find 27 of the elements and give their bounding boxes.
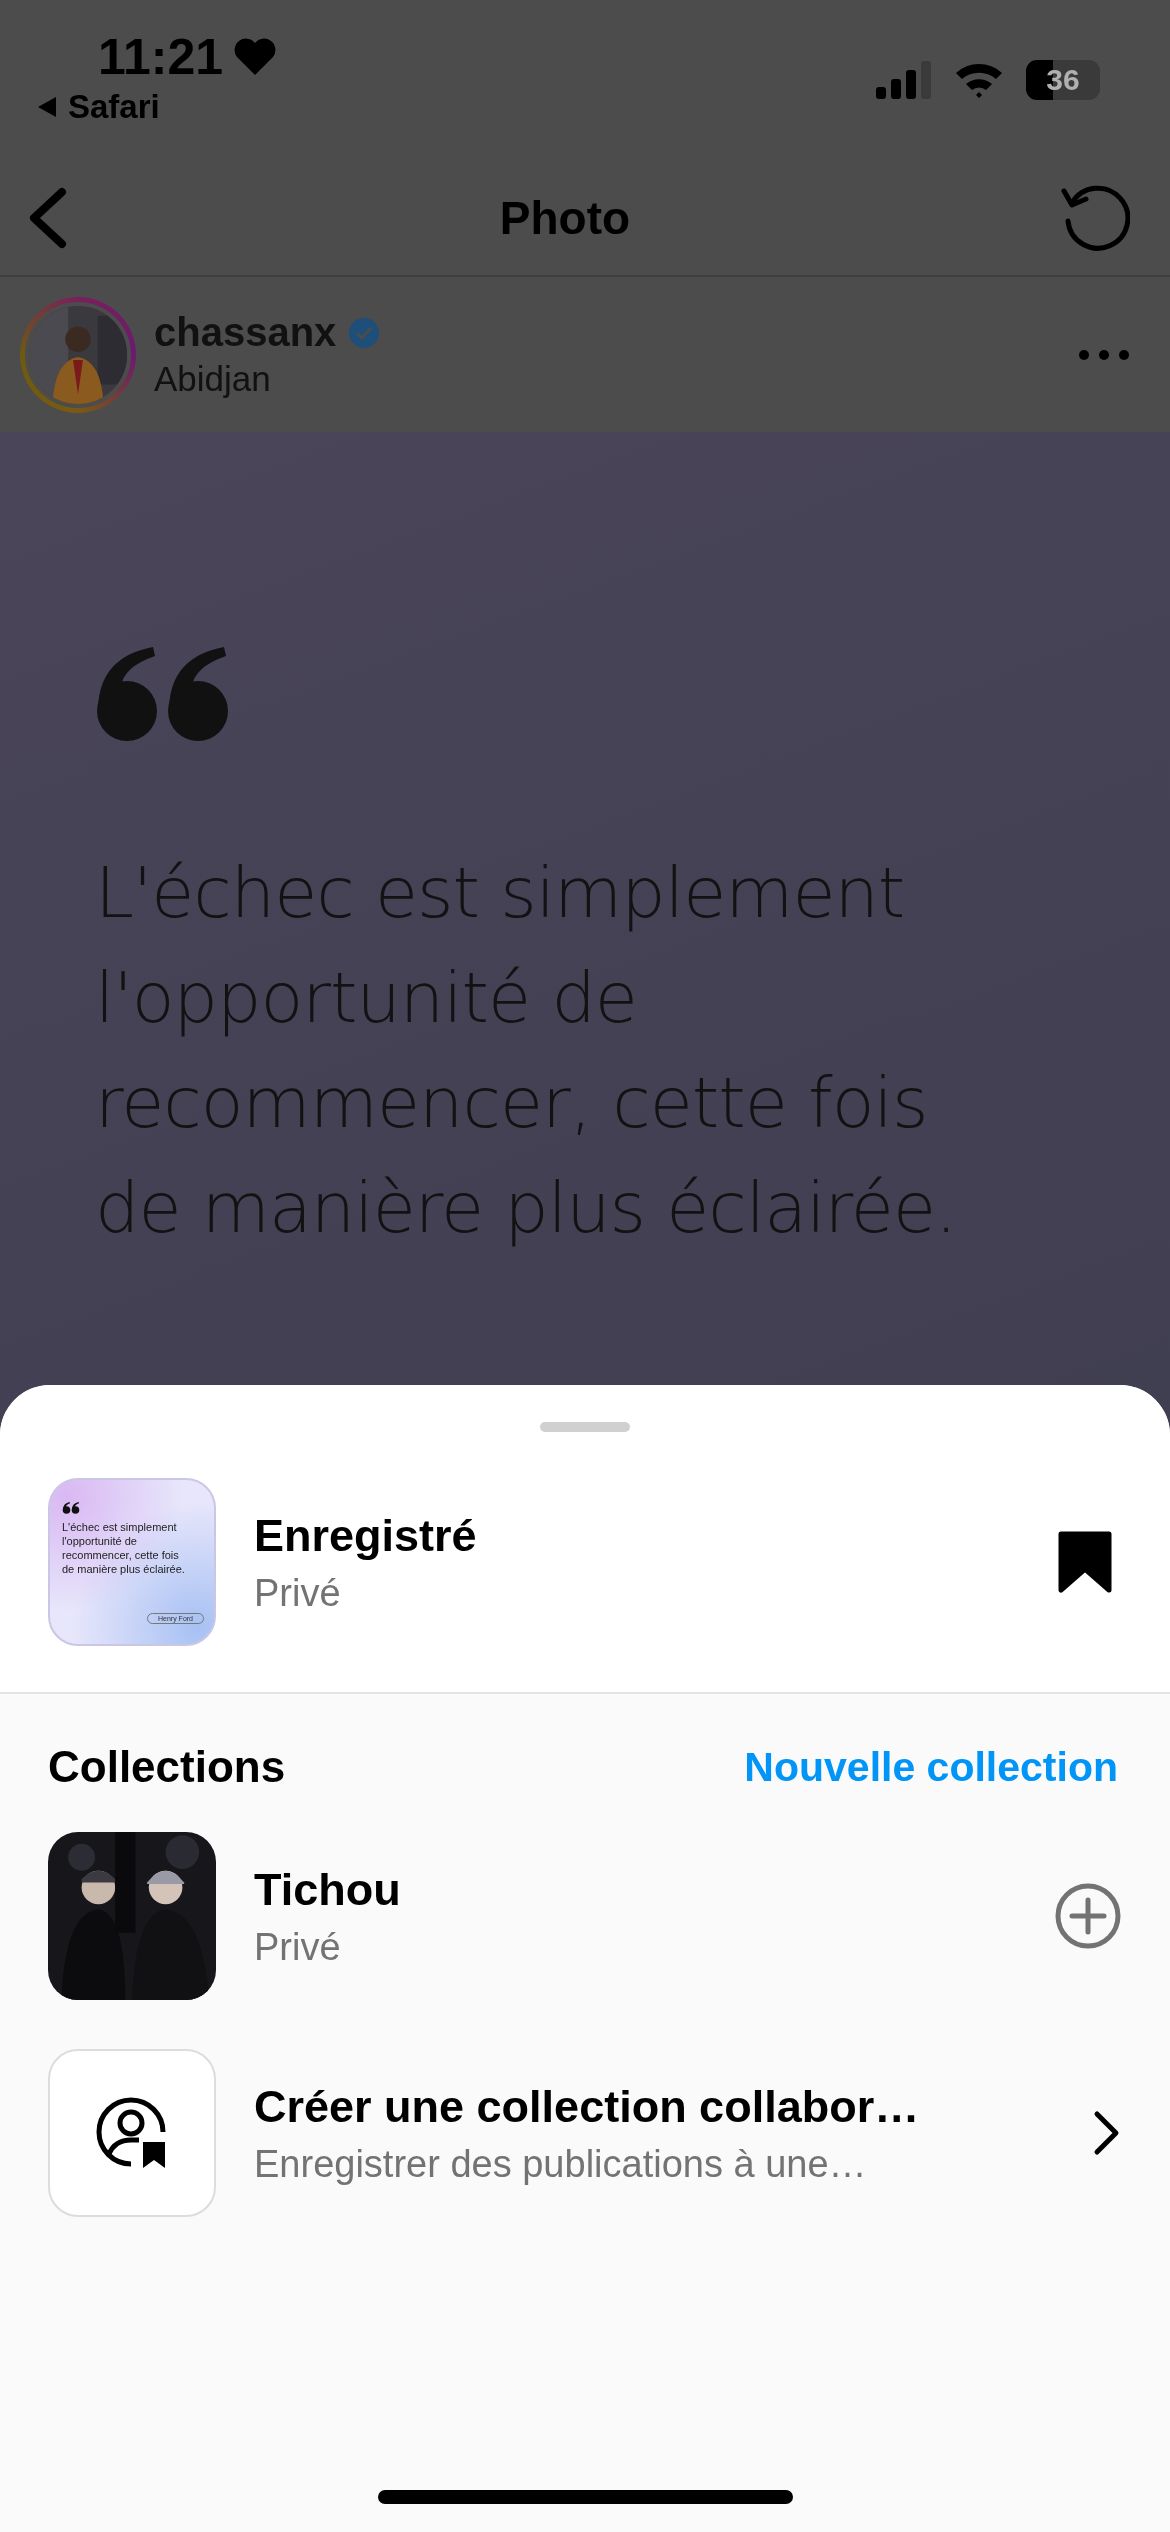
- heart-icon: [233, 37, 278, 77]
- saved-privacy: Privé: [254, 1571, 342, 1615]
- battery-level: 36: [1026, 60, 1100, 100]
- thumbnail-quote-text: L'échec est simplement l'opportunité de recommencer, cette fois de manière plus éclairée.: [62, 1520, 186, 1576]
- quote-text: L'échec est simplement l'opportunité de recommencer, cette fois de manière plus éclairée.: [95, 851, 958, 1251]
- collaborative-collection-tile[interactable]: [48, 2049, 216, 2217]
- bookmark-icon[interactable]: [1058, 1531, 1112, 1593]
- saved-title: Enregistré: [254, 1509, 478, 1562]
- signal-icon: [876, 61, 932, 99]
- create-collection-description: Enregistrer des publications à une…: [254, 2142, 868, 2186]
- back-triangle-icon: [36, 95, 58, 119]
- quotation-mark-icon: [62, 1502, 80, 1514]
- post-location[interactable]: Abidjan: [154, 359, 1060, 399]
- more-options-icon[interactable]: [1078, 348, 1130, 361]
- page-title: Photo: [499, 190, 631, 245]
- new-collection-link[interactable]: Nouvelle collection: [744, 1743, 1118, 1791]
- wifi-icon: [954, 61, 1004, 99]
- collection-privacy: Privé: [254, 1925, 342, 1969]
- drag-handle[interactable]: [540, 1422, 630, 1432]
- status-time: 11:21: [98, 28, 224, 86]
- collections-heading: Collections: [48, 1742, 286, 1792]
- back-to-app-link[interactable]: Safari: [68, 88, 160, 126]
- add-icon[interactable]: [1054, 1882, 1122, 1950]
- quotation-mark-icon: [95, 647, 230, 742]
- username[interactable]: chassanx: [154, 310, 337, 355]
- collection-title: Tichou: [254, 1863, 402, 1916]
- create-collection-title: Créer une collection collabor…: [254, 2080, 921, 2133]
